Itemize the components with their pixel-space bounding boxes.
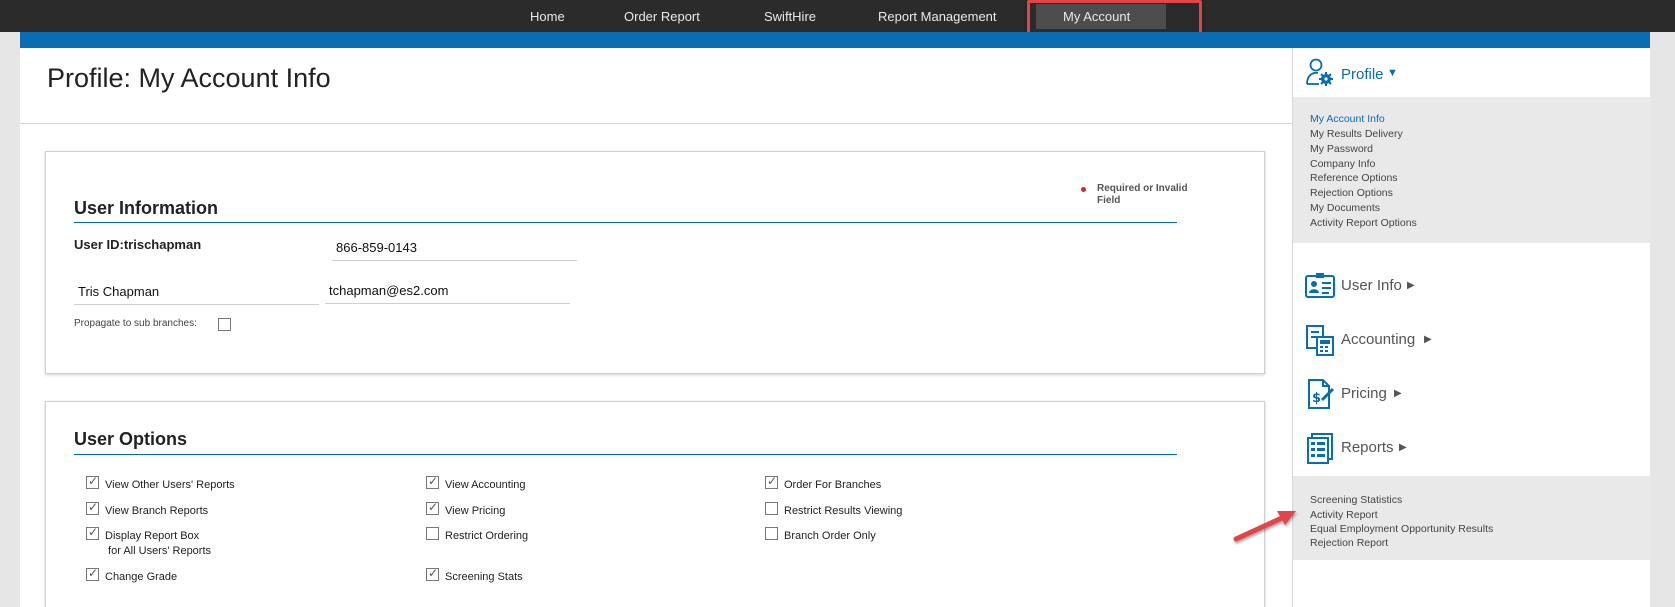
reports-submenu: Screening Statistics Activity Report Equ… [1293, 476, 1651, 560]
option-label: View Pricing [445, 505, 506, 517]
option-restrict-ordering[interactable]: Restrict Ordering [426, 527, 529, 544]
caret-down-icon: ▼ [1387, 67, 1398, 79]
menu-rejection-report[interactable]: Rejection Report [1310, 537, 1388, 549]
section-reports[interactable]: Reports ▶ [1293, 426, 1651, 470]
menu-company-info[interactable]: Company Info [1310, 158, 1375, 170]
checkbox[interactable] [765, 474, 778, 489]
checkbox[interactable] [86, 500, 99, 515]
user-information-card: Required or Invalid Field User Informati… [45, 151, 1265, 374]
profile-submenu: My Account Info My Results Delivery My P… [1293, 97, 1651, 243]
checkbox[interactable] [86, 474, 99, 489]
menu-rejection-options[interactable]: Rejection Options [1310, 187, 1393, 199]
option-label: Display Report Box for All Users' Report… [105, 530, 212, 557]
option-label: Restrict Ordering [445, 530, 529, 542]
option-label: View Accounting [445, 479, 526, 491]
checkbox[interactable] [86, 525, 99, 540]
name-field[interactable] [74, 279, 319, 305]
option-label: Branch Order Only [784, 530, 876, 542]
propagate-checkbox[interactable] [218, 318, 231, 331]
email-field[interactable] [325, 278, 570, 304]
section-user-info[interactable]: User Info ▶ [1293, 264, 1651, 308]
nav-order-report[interactable]: Order Report [624, 0, 700, 32]
section-label: Reports [1341, 439, 1394, 456]
menu-my-documents[interactable]: My Documents [1310, 202, 1380, 214]
required-note: Required or Invalid Field [1097, 183, 1188, 206]
report-icon [1307, 433, 1333, 464]
menu-reference-options[interactable]: Reference Options [1310, 172, 1398, 184]
section-label: Accounting [1341, 331, 1416, 348]
option-label: Change Grade [105, 571, 178, 583]
required-indicator-icon [1081, 187, 1086, 192]
menu-screening-statistics[interactable]: Screening Statistics [1310, 494, 1402, 506]
user-id-label: User ID:trischapman [74, 237, 202, 252]
price-tag-icon: $ [1308, 379, 1335, 409]
right-sidebar: Profile ▼ My Account Info My Results Del… [1292, 48, 1651, 607]
top-nav: Home Order Report SwiftHire Report Manag… [0, 0, 1675, 40]
triangle-right-icon: ▶ [1424, 334, 1432, 345]
triangle-right-icon: ▶ [1394, 388, 1402, 399]
main-panel: Profile: My Account Info Required or Inv… [20, 48, 1292, 607]
menu-my-password[interactable]: My Password [1310, 143, 1373, 155]
user-settings-icon [1306, 58, 1333, 86]
propagate-label: Propagate to sub branches: [74, 318, 197, 329]
triangle-right-icon: ▶ [1407, 280, 1415, 291]
section-label: Pricing [1341, 385, 1387, 402]
title-divider [20, 123, 1292, 124]
user-information-rule [74, 222, 1177, 223]
nav-home[interactable]: Home [530, 0, 565, 32]
checkbox[interactable] [86, 566, 99, 581]
profile-label: Profile [1341, 66, 1384, 83]
checkbox[interactable] [426, 474, 439, 489]
menu-my-account-info[interactable]: My Account Info [1310, 113, 1385, 125]
option-label: Screening Stats [445, 571, 523, 583]
option-view-accounting[interactable]: View Accounting [426, 474, 526, 493]
option-change-grade[interactable]: Change Grade [86, 566, 178, 585]
option-branch-order-only[interactable]: Branch Order Only [765, 527, 876, 544]
option-screening-stats[interactable]: Screening Stats [426, 566, 523, 585]
option-display-report-box[interactable]: Display Report Box for All Users' Report… [86, 525, 212, 559]
option-view-branch-reports[interactable]: View Branch Reports [86, 500, 209, 519]
section-pricing[interactable]: $ Pricing ▶ [1293, 372, 1651, 416]
nav-swifthire[interactable]: SwiftHire [764, 0, 816, 32]
checkbox[interactable] [426, 566, 439, 581]
phone-field[interactable] [332, 235, 577, 261]
option-view-pricing[interactable]: View Pricing [426, 500, 506, 519]
option-label: View Branch Reports [105, 505, 209, 517]
menu-eeo-results[interactable]: Equal Employment Opportunity Results [1310, 523, 1493, 535]
nav-report-management[interactable]: Report Management [878, 0, 997, 32]
calculator-icon [1306, 325, 1334, 356]
profile-menu-header[interactable]: Profile ▼ [1293, 48, 1651, 97]
option-label: Restrict Results Viewing [784, 505, 903, 517]
user-options-title: User Options [74, 429, 188, 449]
menu-activity-report-options[interactable]: Activity Report Options [1310, 217, 1417, 229]
id-card-icon [1305, 273, 1335, 298]
user-information-title: User Information [74, 198, 219, 218]
checkbox[interactable] [426, 500, 439, 515]
menu-activity-report[interactable]: Activity Report [1310, 509, 1378, 521]
section-label: User Info [1341, 277, 1402, 294]
annotation-arrow-icon [1233, 511, 1296, 542]
user-options-rule [74, 454, 1177, 455]
user-options-card: User Options View Other Users' Reports V… [45, 401, 1265, 607]
option-restrict-results-viewing[interactable]: Restrict Results Viewing [765, 502, 903, 519]
option-label: View Other Users' Reports [105, 479, 235, 491]
menu-my-results-delivery[interactable]: My Results Delivery [1310, 128, 1403, 140]
checkbox[interactable] [765, 527, 778, 540]
option-label: Order For Branches [784, 479, 882, 491]
section-accounting[interactable]: Accounting ▶ [1293, 318, 1651, 362]
option-view-other-users-reports[interactable]: View Other Users' Reports [86, 474, 235, 493]
option-order-for-branches[interactable]: Order For Branches [765, 474, 882, 493]
svg-text:$: $ [1312, 391, 1321, 406]
checkbox[interactable] [765, 502, 778, 515]
page-title: Profile: My Account Info [47, 63, 331, 93]
checkbox[interactable] [426, 527, 439, 540]
triangle-right-icon: ▶ [1399, 442, 1407, 453]
